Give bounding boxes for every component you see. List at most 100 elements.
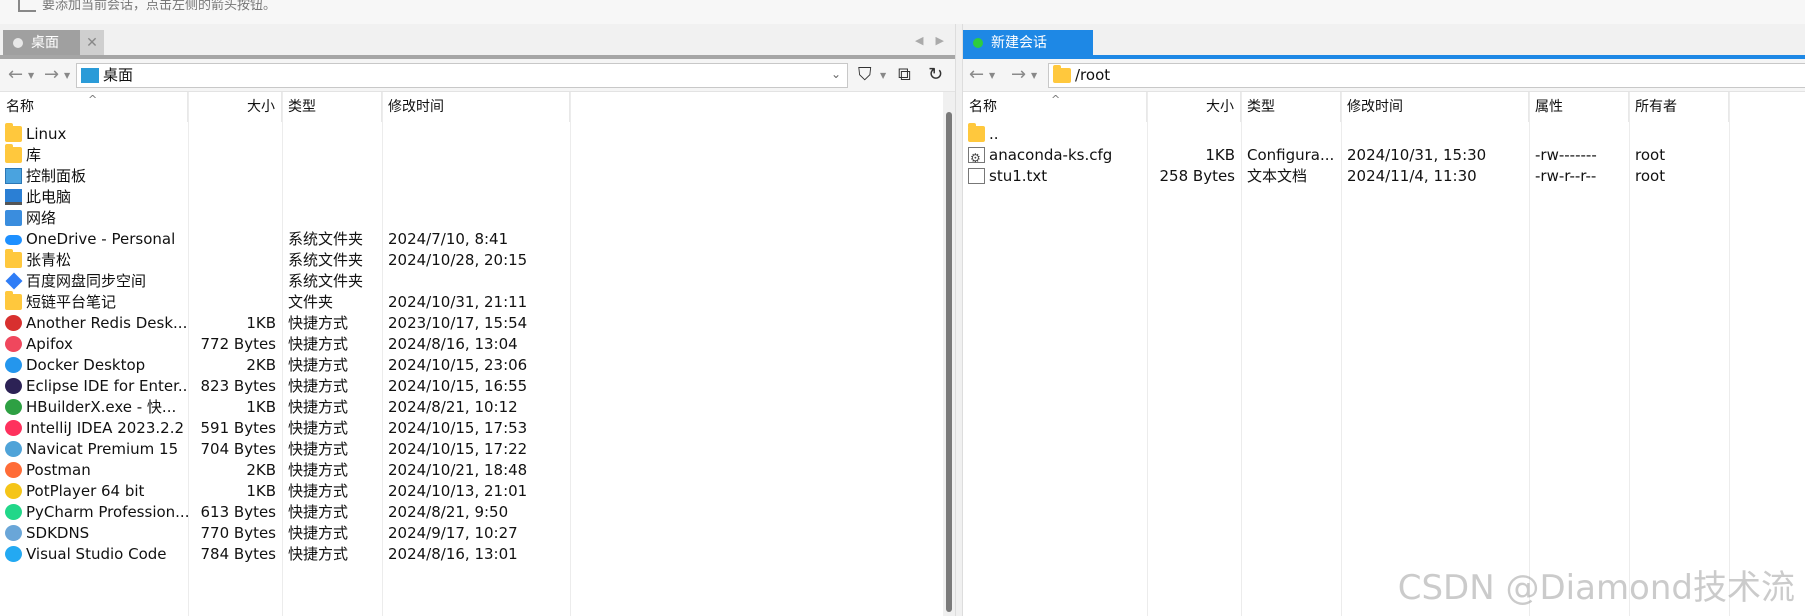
cell-text: stu1.txt: [989, 167, 1048, 185]
cell-text: 784 Bytes: [200, 545, 277, 563]
postman-icon: [5, 462, 22, 478]
cell-text: Eclipse IDE for Enter...: [26, 377, 188, 395]
cell-text: 快捷方式: [288, 482, 349, 500]
path-dropdown-icon[interactable]: ⌄: [831, 67, 841, 81]
back-dropdown-icon[interactable]: ▼: [28, 71, 34, 80]
cell-text: 百度网盘同步空间: [26, 272, 147, 290]
column-header-mtime[interactable]: 修改时间: [1341, 92, 1529, 122]
cell-text: 2024/10/15, 23:06: [388, 356, 528, 374]
cell-text: 快捷方式: [288, 314, 349, 332]
cell-text: ..: [989, 125, 999, 143]
cell-text: 2024/10/15, 17:53: [388, 419, 528, 437]
cell-text: 2024/8/16, 13:01: [388, 545, 518, 563]
cell-text: 快捷方式: [288, 461, 349, 479]
folder-icon: [5, 144, 22, 163]
folder-icon: [5, 249, 22, 268]
cell-text: 快捷方式: [288, 524, 349, 542]
cell-text: 快捷方式: [288, 545, 349, 563]
column-header-name[interactable]: 名称 ^: [963, 92, 1147, 122]
cell-text: 2024/10/21, 18:48: [388, 461, 528, 479]
cell-text: 1KB: [246, 398, 276, 416]
refresh-icon[interactable]: ↻: [928, 64, 943, 86]
cell-text: -rw-r--r--: [1535, 167, 1597, 185]
forward-dropdown-icon[interactable]: ▼: [1031, 71, 1037, 80]
table-row[interactable]: Visual Studio Code 784 Bytes 快捷方式 2024/8/16…: [0, 542, 943, 566]
cell-text: HBuilderX.exe - 快...: [26, 398, 177, 416]
left-nav-bar: ← ▼ → ▼ 桌面 ⌄ ⛉ ▼ ⧉ ↻: [0, 59, 955, 92]
cell-text: Linux: [26, 125, 67, 143]
cell-text: 2024/10/15, 17:22: [388, 440, 528, 458]
folder-icon: [1053, 65, 1071, 83]
sort-asc-icon: ^: [88, 93, 98, 106]
column-header-type[interactable]: 类型: [1241, 92, 1341, 122]
left-path-text: 桌面: [103, 66, 134, 84]
cell-text: 2024/9/17, 10:27: [388, 524, 518, 542]
add-session-icon: [18, 0, 36, 12]
control-panel-icon: [5, 168, 22, 184]
column-header-owner[interactable]: 所有者: [1629, 92, 1729, 122]
cell-text: 快捷方式: [288, 356, 349, 374]
column-header-attr[interactable]: 属性: [1529, 92, 1629, 122]
docker-icon: [5, 357, 22, 373]
cell-mtime: 2024/8/16, 13:01: [382, 542, 570, 566]
cell-text: 704 Bytes: [200, 440, 277, 458]
cell-text: 2024/11/4, 11:30: [1347, 167, 1477, 185]
baidu-netdisk-icon: [5, 272, 23, 290]
cell-text: 文本文档: [1247, 167, 1308, 185]
column-header-mtime[interactable]: 修改时间: [382, 92, 570, 122]
scrollbar-thumb[interactable]: [946, 112, 952, 612]
folder-icon: [5, 123, 22, 142]
sdkdns-icon: [5, 525, 22, 541]
cell-text: 1KB: [1205, 146, 1235, 164]
tab-new-session[interactable]: 新建会话: [963, 30, 1093, 56]
cell-mtime: 2024/11/4, 11:30: [1341, 164, 1529, 188]
forward-dropdown-icon[interactable]: ▼: [64, 71, 70, 80]
table-row[interactable]: stu1.txt 258 Bytes 文本文档 2024/11/4, 11:30 -rw…: [963, 164, 1805, 188]
tab-close-icon[interactable]: ✕: [80, 30, 104, 56]
cell-text: 快捷方式: [288, 440, 349, 458]
back-arrow-icon[interactable]: ←: [969, 64, 984, 86]
cell-size: 784 Bytes: [188, 542, 282, 566]
bookmark-icon[interactable]: ⛉: [858, 64, 872, 86]
cell-text: 此电脑: [26, 188, 72, 206]
cell-text: 772 Bytes: [200, 335, 277, 353]
tab-scroll-arrows-icon[interactable]: ◀▶: [915, 34, 956, 47]
tab-desktop[interactable]: 桌面 ✕: [3, 30, 104, 56]
pane-splitter[interactable]: [955, 24, 963, 616]
cell-text: 快捷方式: [288, 419, 349, 437]
cell-text: 1KB: [246, 482, 276, 500]
column-header-name[interactable]: 名称 ^: [0, 92, 188, 122]
cell-text: 张青松: [26, 251, 72, 269]
cell-text: PotPlayer 64 bit: [26, 482, 145, 500]
left-path-box[interactable]: 桌面 ⌄: [76, 63, 848, 88]
cell-text: 2024/8/21, 9:50: [388, 503, 509, 521]
cell-text: 2024/8/16, 13:04: [388, 335, 518, 353]
forward-arrow-icon[interactable]: →: [44, 64, 59, 86]
cell-text: SDKDNS: [26, 524, 90, 542]
back-arrow-icon[interactable]: ←: [8, 64, 23, 86]
cell-text: 2KB: [246, 461, 276, 479]
session-hint-text: 要添加当前会话，点击左侧的箭头按钮。: [42, 0, 277, 13]
cell-text: 2KB: [246, 356, 276, 374]
column-header-size[interactable]: 大小: [188, 92, 282, 122]
cell-text: 系统文件夹: [288, 251, 364, 269]
computer-icon: [5, 189, 22, 205]
right-path-box[interactable]: /root: [1048, 63, 1805, 88]
cell-type: 文本文档: [1241, 164, 1341, 188]
column-header-type[interactable]: 类型: [282, 92, 382, 122]
new-folder-icon[interactable]: ⧉: [898, 64, 911, 86]
cell-text: 网络: [26, 209, 57, 227]
cell-text: IntelliJ IDEA 2023.2.2: [26, 419, 185, 437]
cell-name: stu1.txt: [963, 164, 1147, 188]
left-scrollbar[interactable]: [943, 92, 955, 616]
left-column-header: 名称 ^ 大小 类型 修改时间: [0, 92, 943, 122]
right-column-header: 名称 ^ 大小 类型 修改时间 属性 所有者: [963, 92, 1805, 122]
back-dropdown-icon[interactable]: ▼: [989, 71, 995, 80]
forward-arrow-icon[interactable]: →: [1011, 64, 1026, 86]
bookmark-dropdown-icon[interactable]: ▼: [880, 71, 886, 80]
cell-text: Apifox: [26, 335, 73, 353]
folder-icon: [968, 123, 985, 142]
cell-text: 2024/10/28, 20:15: [388, 251, 528, 269]
cell-text: Configura...: [1247, 146, 1335, 164]
column-header-size[interactable]: 大小: [1147, 92, 1241, 122]
